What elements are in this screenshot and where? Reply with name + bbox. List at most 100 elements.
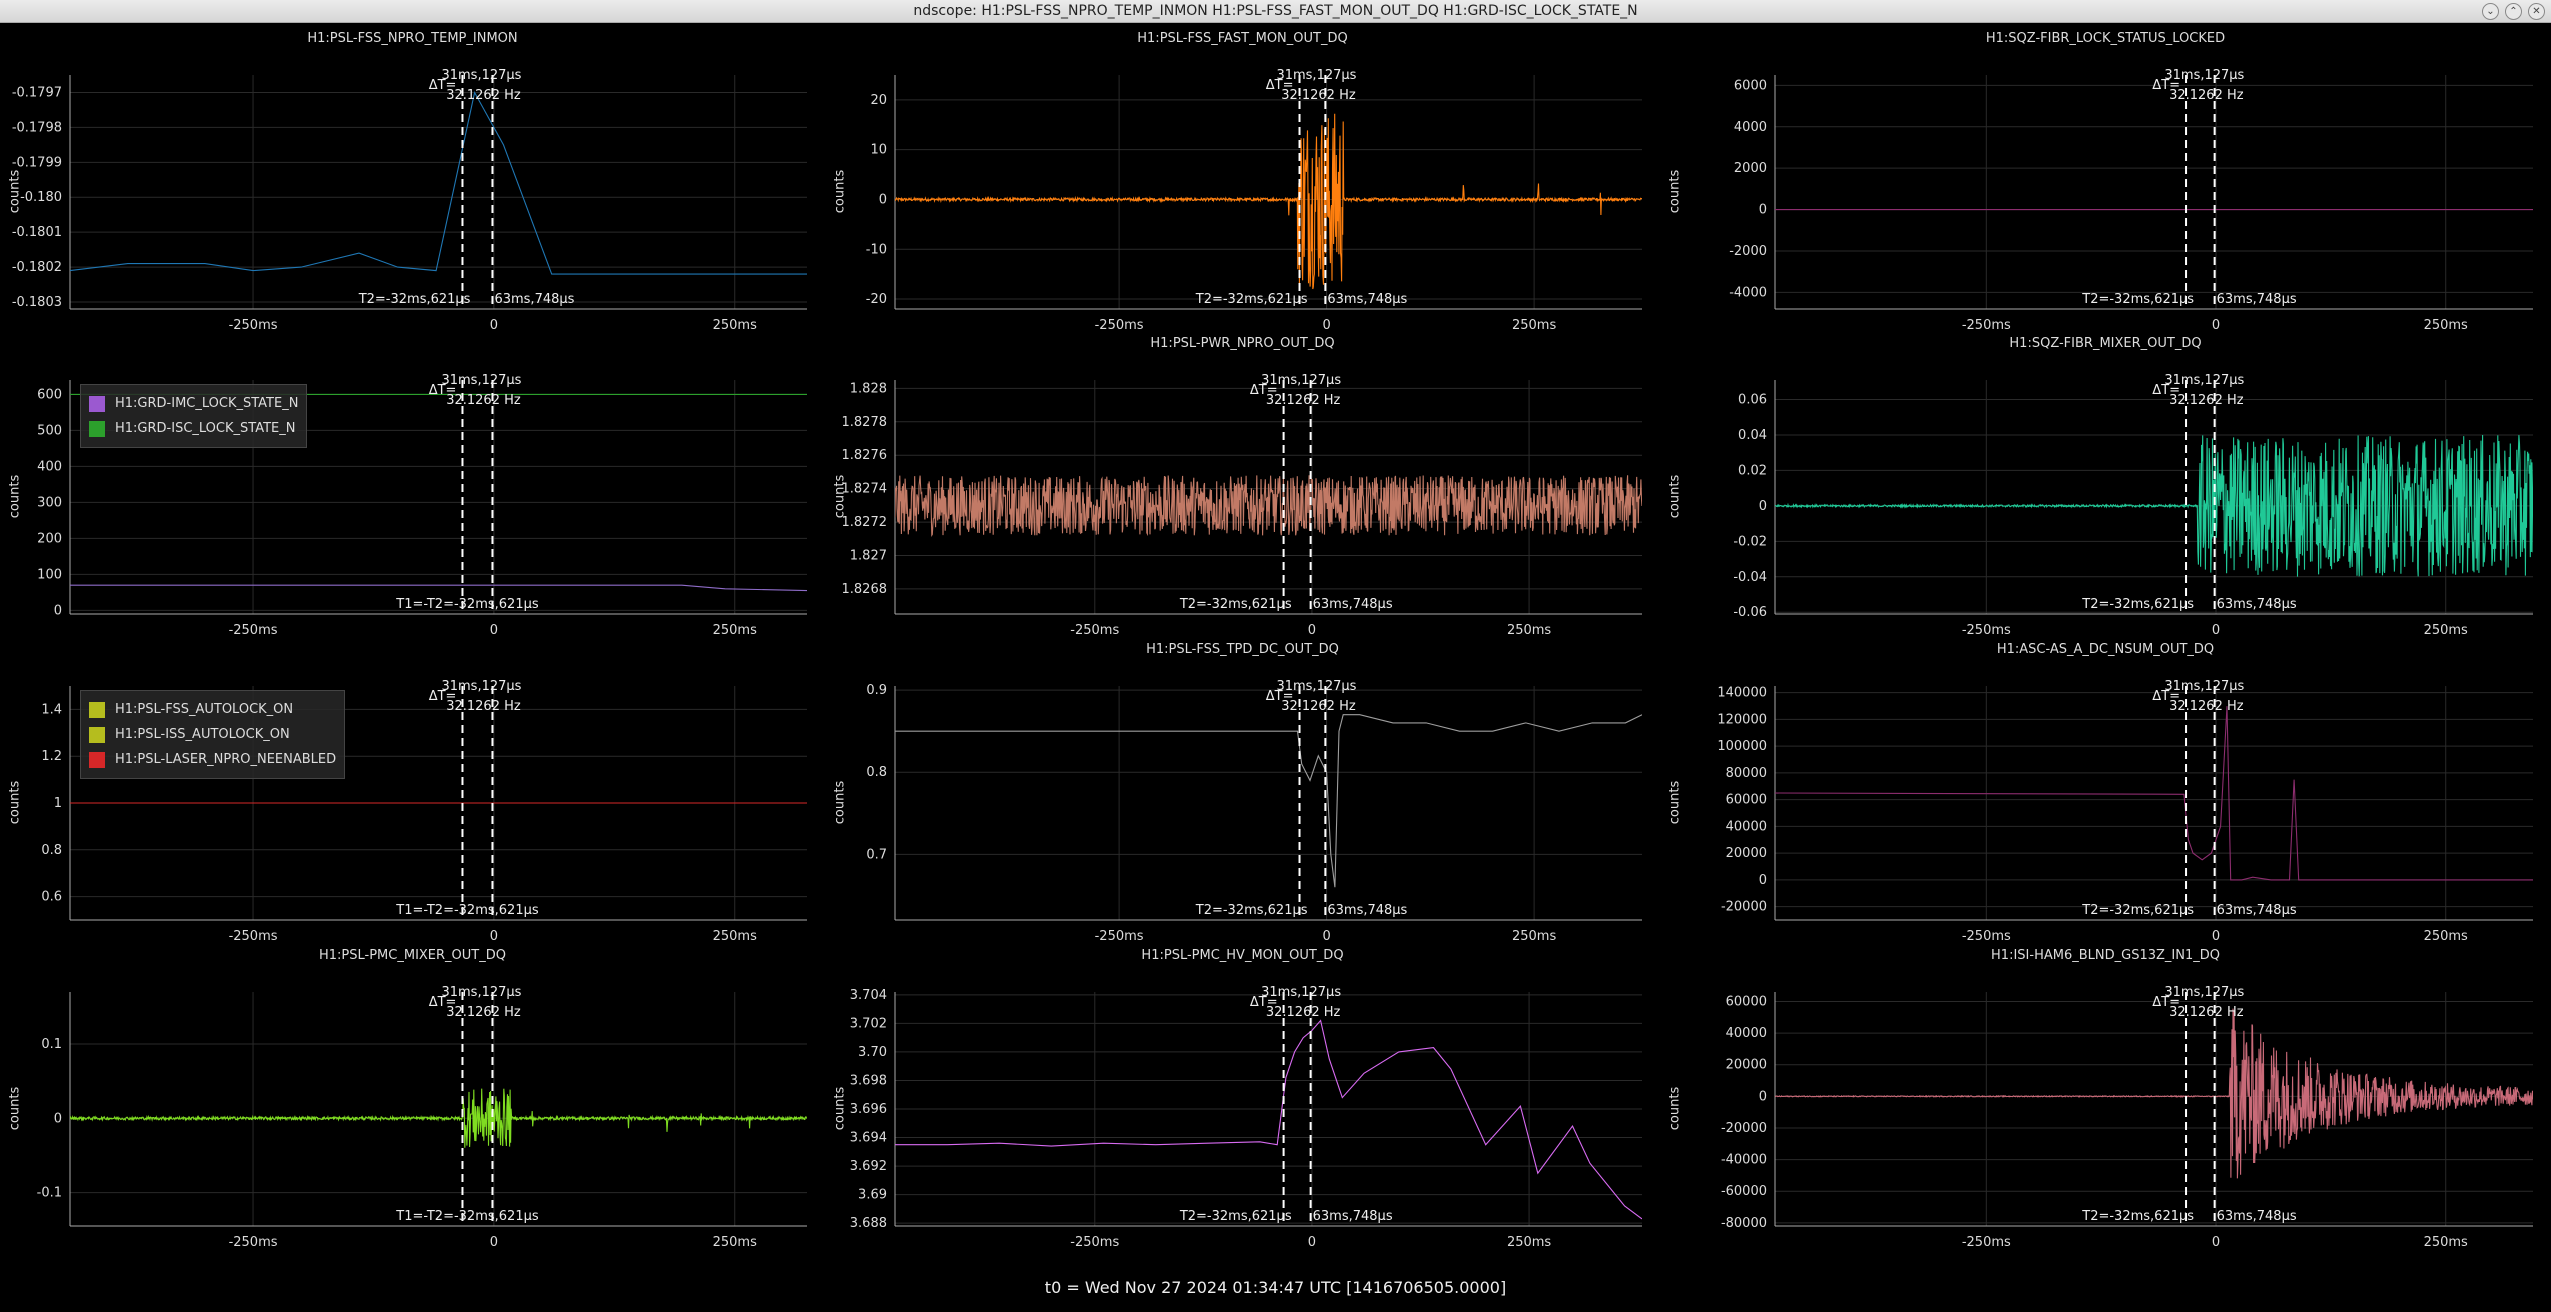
minimize-button[interactable]: ⌄: [2482, 3, 2499, 20]
plot-canvas[interactable]: 20100-10-20-250ms 0 250ms31ms,127μsΔT=32.1…: [825, 31, 1660, 337]
x-tick-label: -250ms: [229, 623, 278, 638]
y-tick-label: -0.1797: [12, 85, 62, 100]
cursor-t1-label: T1=-T2=-32ms,621μs: [395, 903, 539, 918]
x-tick-label: -250ms: [1962, 318, 2011, 333]
plot-legend[interactable]: H1:PSL-FSS_AUTOLOCK_ON H1:PSL-ISS_AUTOLOC…: [80, 690, 346, 779]
y-tick-label: -2000: [1729, 244, 1767, 259]
plot-canvas[interactable]: 1.828 1.8278 1.8276 1.8274 1.8272 1.827 1.8268…: [825, 336, 1660, 642]
cursor-t1-label: T1=-T2=-32ms,621μs: [395, 597, 539, 612]
cursor-t2-right-label: 63ms,748μs: [2217, 903, 2297, 918]
plot-panel[interactable]: H1:PSL-FSS_TPD_DC_OUT_DQ counts 0.9 0.8 0.7-…: [825, 642, 1660, 948]
window-titlebar: ndscope: H1:PSL-FSS_NPRO_TEMP_INMON H1:P…: [0, 0, 2551, 23]
plot-panel[interactable]: H1:PSL-FSS_NPRO_TEMP_INMON counts -0.1797-…: [0, 31, 825, 337]
plot-panel[interactable]: H1:PSL-PWR_NPRO_OUT_DQ counts 1.828 1.8278 1…: [825, 336, 1660, 642]
y-tick-label: 300: [37, 495, 62, 510]
x-tick-label: -250ms: [1070, 623, 1119, 638]
plot-panel[interactable]: H1:ISI-HAM6_BLND_GS13Z_IN1_DQ counts 60000…: [1660, 948, 2551, 1254]
y-tick-label: -0.1802: [12, 260, 62, 275]
series-line: [895, 475, 1642, 538]
legend-swatch: [89, 751, 105, 768]
plot-panel[interactable]: H1:SQZ-FIBR_LOCK_STATUS_LOCKED counts 6000…: [1660, 31, 2551, 337]
cursor-t2-right-label: 63ms,748μs: [2217, 597, 2297, 612]
plot-panel[interactable]: counts 600 500 400 300 200 100 0 -250ms 0 250ms 31m…: [0, 336, 825, 642]
cursor-t1-label: T1=-T2=-32ms,621μs: [395, 1209, 539, 1224]
y-tick-label: -60000: [1721, 1184, 1767, 1199]
y-tick-label: 3.692: [850, 1159, 887, 1174]
y-tick-label: 60000: [1726, 994, 1767, 1009]
y-tick-label: 1.8274: [842, 482, 888, 497]
legend-entry[interactable]: H1:GRD-IMC_LOCK_STATE_N: [89, 391, 298, 416]
plot-panel[interactable]: H1:PSL-PMC_MIXER_OUT_DQ counts 0.1 0 -0.1 -25…: [0, 948, 825, 1254]
delta-frequency: 32.1262 Hz: [446, 393, 521, 408]
plot-panel[interactable]: H1:ASC-AS_A_DC_NSUM_OUT_DQ counts 140000 12…: [1660, 642, 2551, 948]
y-tick-label: 500: [37, 423, 62, 438]
y-tick-label: 3.704: [850, 988, 887, 1003]
cursor-t2-right-label: 63ms,748μs: [1313, 597, 1393, 612]
y-tick-label: 600: [37, 387, 62, 402]
plot-canvas[interactable]: 6005004003002001000-250ms 0 250ms31ms,127μ…: [0, 336, 825, 642]
series-line: [1775, 434, 2533, 577]
y-tick-label: 0.8: [866, 765, 887, 780]
delta-frequency: 32.1262 Hz: [2169, 88, 2244, 103]
y-tick-label: 0: [1759, 1089, 1767, 1104]
y-tick-label: -0.1: [37, 1186, 62, 1201]
plot-canvas[interactable]: 60000 40000 20000 0 -20000 -40000 -60000 -80000…: [1660, 948, 2551, 1254]
chevron-up-icon: ⌃: [2509, 6, 2518, 17]
legend-entry[interactable]: H1:PSL-LASER_NPRO_NEENABLED: [89, 747, 336, 772]
y-tick-label: 1.8268: [842, 582, 888, 597]
y-tick-label: 0: [54, 603, 62, 618]
plot-panel[interactable]: H1:PSL-PMC_HV_MON_OUT_DQ counts 3.704 3.702…: [825, 948, 1660, 1254]
y-tick-label: -4000: [1729, 285, 1767, 300]
legend-entry[interactable]: H1:PSL-ISS_AUTOLOCK_ON: [89, 722, 336, 747]
delta-frequency: 32.1262 Hz: [1281, 699, 1356, 714]
y-tick-label: 4000: [1734, 120, 1767, 135]
delta-frequency: 32.1262 Hz: [2169, 1005, 2244, 1020]
delta-frequency: 32.1262 Hz: [1266, 1005, 1341, 1020]
plot-canvas[interactable]: -0.1797 -0.1798 -0.1799 -0.180 -0.1801 -0.180…: [0, 31, 825, 337]
legend-entry[interactable]: H1:GRD-ISC_LOCK_STATE_N: [89, 416, 298, 441]
plot-canvas[interactable]: 0.90.80.7-250ms 0 250ms31ms,127μsΔT=32.126…: [825, 642, 1660, 948]
close-button[interactable]: ✕: [2528, 3, 2545, 20]
plot-canvas[interactable]: 0.06 0.04 0.02 0 -0.02 -0.04 -0.06 -250ms 0 250ms…: [1660, 336, 2551, 642]
x-tick-label: 0: [2212, 623, 2220, 638]
cursor-t2-label: T2=-32ms,621μs: [1179, 597, 1292, 612]
x-tick-label: 0: [1308, 1235, 1316, 1250]
plot-panel[interactable]: H1:PSL-FSS_FAST_MON_OUT_DQ counts 20 10 0 -10…: [825, 31, 1660, 337]
plot-canvas[interactable]: 6000400020000-2000-4000-250ms 0 250ms31ms,…: [1660, 31, 2551, 337]
window-title: ndscope: H1:PSL-FSS_NPRO_TEMP_INMON H1:P…: [913, 3, 1638, 19]
y-tick-label: -20: [866, 292, 887, 307]
cursor-t2-label: T2=-32ms,621μs: [1195, 292, 1308, 307]
y-tick-label: 20000: [1726, 846, 1767, 861]
y-tick-label: 40000: [1726, 819, 1767, 834]
x-tick-label: 0: [490, 623, 498, 638]
y-tick-label: -20000: [1721, 1121, 1767, 1136]
delta-frequency: 32.1262 Hz: [446, 88, 521, 103]
y-tick-label: -0.180: [20, 190, 62, 205]
plot-panel[interactable]: counts 1.4 1.2 1 0.8 0.6 -250ms 0 250ms 31ms,127μ…: [0, 642, 825, 948]
plot-canvas[interactable]: 0.10-0.1-250ms 0 250ms31ms,127μsΔT=32.1262…: [0, 948, 825, 1254]
legend-entry[interactable]: H1:PSL-FSS_AUTOLOCK_ON: [89, 697, 336, 722]
plot-canvas[interactable]: 1.41.210.80.6-250ms 0 250ms31ms,127μsΔT=32…: [0, 642, 825, 948]
series-line: [895, 714, 1642, 888]
cursor-t2-label: T2=-32ms,621μs: [2081, 597, 2194, 612]
y-tick-label: 100: [37, 567, 62, 582]
plot-panel[interactable]: H1:SQZ-FIBR_MIXER_OUT_DQ counts 0.06 0.04 0.…: [1660, 336, 2551, 642]
delta-frequency: 32.1262 Hz: [1266, 393, 1341, 408]
chevron-down-icon: ⌄: [2486, 6, 2495, 17]
y-tick-label: -0.1801: [12, 225, 62, 240]
y-tick-label: 1.8272: [842, 515, 888, 530]
legend-swatch: [89, 395, 105, 412]
cursor-t2-label: T2=-32ms,621μs: [2081, 903, 2194, 918]
cursor-t2-label: T2=-32ms,621μs: [2081, 1209, 2194, 1224]
y-tick-label: 0.02: [1738, 463, 1767, 478]
delta-frequency: 32.1262 Hz: [2169, 393, 2244, 408]
plot-legend[interactable]: H1:GRD-IMC_LOCK_STATE_N H1:GRD-ISC_LOCK_S…: [80, 384, 308, 448]
delta-frequency: 32.1262 Hz: [2169, 699, 2244, 714]
x-tick-label: -250ms: [1070, 1235, 1119, 1250]
plot-canvas[interactable]: 3.704 3.702 3.70 3.698 3.696 3.694 3.692 3.69 3.…: [825, 948, 1660, 1254]
y-tick-label: 6000: [1734, 78, 1767, 93]
plot-canvas[interactable]: 140000 120000 100000 80000 60000 40000 20000 0 -…: [1660, 642, 2551, 948]
y-tick-label: 0.6: [41, 890, 62, 905]
x-tick-label: 250ms: [713, 929, 757, 944]
maximize-button[interactable]: ⌃: [2505, 3, 2522, 20]
